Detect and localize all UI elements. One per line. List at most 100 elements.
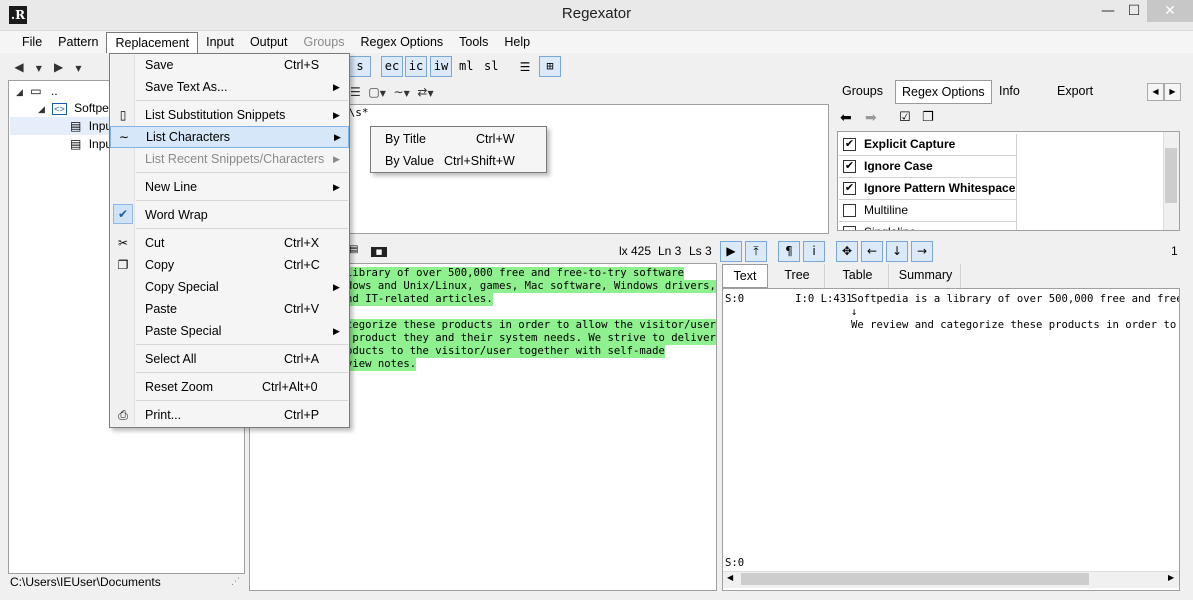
checkbox[interactable]: ✔ [843,138,856,151]
menu-separator [136,344,348,345]
menu-item-paste-special[interactable]: Paste Special ▶ [110,320,349,342]
minimize-button[interactable]: — [1095,0,1121,22]
submenu-item-by-value[interactable]: By Value Ctrl+Shift+W [371,150,546,172]
submenu-item-by-title[interactable]: By Title Ctrl+W [371,128,546,150]
tab-export[interactable]: Export [1051,80,1099,104]
align-icon[interactable]: ☰ [350,85,361,99]
menu-tools[interactable]: Tools [451,31,496,53]
left-arrow-icon[interactable]: ← [861,241,883,262]
tilde-icon: ∼ [118,130,130,144]
menu-item-save[interactable]: Save Ctrl+S [110,54,349,76]
options-scrollbar-thumb[interactable] [1165,148,1177,203]
chevron-down-icon[interactable]: ▼ [427,89,433,98]
swap-icon[interactable]: ⇄ [417,85,427,99]
submenu-arrow-icon: ▶ [334,132,341,142]
back-arrow-icon[interactable]: ◀ [8,57,30,77]
menu-item-save-text-as[interactable]: Save Text As... ▶ [110,76,349,98]
checkbox[interactable]: ✔ [843,160,856,173]
down-arrow-icon[interactable]: ↓ [886,241,908,262]
chevron-down-icon[interactable]: ▼ [404,89,410,98]
chevron-down-icon[interactable]: ▼ [73,59,83,79]
tilde-icon[interactable]: ∼ [394,85,404,99]
checkbox[interactable] [843,226,856,230]
option-ignore-pattern-whitespace[interactable]: ✔ Ignore Pattern Whitespace [839,178,1017,200]
chevron-down-icon[interactable]: ▼ [380,89,386,98]
menu-item-print[interactable]: ⎙ Print... Ctrl+P [110,404,349,426]
tree-item-input-1[interactable]: ▤ Input [10,117,115,135]
menu-item-select-all[interactable]: Select All Ctrl+A [110,348,349,370]
scroll-right-icon[interactable]: ▶ [1168,573,1174,582]
option-explicit-capture[interactable]: ✔ Explicit Capture [839,134,1017,156]
menu-item-new-line[interactable]: New Line ▶ [110,176,349,198]
forward-arrow-icon[interactable]: ▶ [48,57,70,77]
output-text-view[interactable]: S:0 I:0 L:431 Softpedia is a library of … [722,288,1180,591]
regex-option-sl-button[interactable]: sl [484,56,498,77]
tree-item-root[interactable]: ◢ ▭ .. [16,82,58,100]
menu-item-list-characters[interactable]: ∼ List Characters ▶ [110,126,349,148]
paragraph-icon[interactable]: ¶ [778,241,800,262]
option-multiline[interactable]: Multiline [839,200,1017,222]
regex-option-ml-button[interactable]: ml [459,56,473,77]
uncheck-all-icon[interactable]: ❐ [922,110,934,125]
back-arrow-icon[interactable]: ⬅ [840,110,852,126]
menu-regex-options[interactable]: Regex Options [352,31,451,53]
tab-scroll-right-icon[interactable]: ▶ [1164,83,1181,101]
option-ignore-case[interactable]: ✔ Ignore Case [839,156,1017,178]
menu-file[interactable]: File [14,31,50,53]
menu-item-list-substitution-snippets[interactable]: ▯ List Substitution Snippets ▶ [110,104,349,126]
tab-output-summary[interactable]: Summary [891,264,961,288]
output-footer: S:0 [725,557,745,569]
menu-replacement[interactable]: Replacement [106,32,199,53]
expand-icon[interactable]: ✥ [836,241,858,262]
tab-regex-options[interactable]: Regex Options [895,80,992,104]
play-icon[interactable]: ▶ [720,241,742,262]
input-text-line: tegorize these products in order to allo… [346,319,716,332]
resize-grip-icon[interactable]: ⋰ [231,577,240,587]
close-button[interactable]: ✕ [1147,0,1193,22]
chevron-down-icon[interactable]: ◢ [38,104,45,114]
checkbox[interactable] [843,204,856,217]
menu-separator [136,172,348,173]
menu-input[interactable]: Input [198,31,242,53]
chevron-down-icon[interactable]: ◢ [16,87,23,97]
regex-option-ec-button[interactable]: ec [381,56,403,77]
maximize-button[interactable]: ☐ [1121,0,1147,22]
right-arrow-icon[interactable]: → [911,241,933,262]
input-toolbar-icon[interactable]: ▤ [349,244,358,255]
page-icon[interactable]: ▢ [368,85,379,99]
tab-scroll-left-icon[interactable]: ◀ [1147,83,1164,101]
tab-groups[interactable]: Groups [836,80,889,104]
layout-icon[interactable]: ⊞ [539,56,561,77]
menu-help[interactable]: Help [496,31,538,53]
menu-item-copy[interactable]: ❐ Copy Ctrl+C [110,254,349,276]
chevron-down-icon[interactable]: ▼ [34,59,44,79]
menu-item-word-wrap[interactable]: Word Wrap [110,204,349,226]
info-icon[interactable]: i [803,241,825,262]
option-singleline[interactable]: Singleline [839,222,1017,230]
submenu-arrow-icon: ▶ [333,182,340,192]
regex-option-iw-button[interactable]: iw [430,56,452,77]
menu-groups[interactable]: Groups [295,31,352,53]
tab-output-table[interactable]: Table [827,264,889,288]
menu-item-reset-zoom[interactable]: Reset Zoom Ctrl+Alt+0 [110,376,349,398]
menu-item-list-recent[interactable]: List Recent Snippets/Characters ▶ [110,148,349,170]
input-format-icon[interactable]: ■ [371,247,387,257]
forward-arrow-icon[interactable]: ➡ [865,110,877,126]
tab-output-tree[interactable]: Tree [770,264,825,288]
menu-output[interactable]: Output [242,31,296,53]
regex-option-s-button[interactable]: s [349,56,371,77]
check-all-icon[interactable]: ☑ [899,110,911,125]
menu-item-copy-special[interactable]: Copy Special ▶ [110,276,349,298]
regex-option-ic-button[interactable]: ic [405,56,427,77]
tab-output-text[interactable]: Text [722,264,768,288]
checkbox[interactable]: ✔ [843,182,856,195]
input-text-line: library of over 500,000 free and free-to… [346,267,685,280]
menu-item-paste[interactable]: Paste Ctrl+V [110,298,349,320]
tab-info[interactable]: Info [993,80,1026,104]
menu-item-cut[interactable]: ✂ Cut Ctrl+X [110,232,349,254]
menu-pattern[interactable]: Pattern [50,31,106,53]
output-h-scrollbar-thumb[interactable] [741,573,1089,585]
list-view-icon[interactable]: ☰ [515,57,535,77]
scroll-left-icon[interactable]: ◀ [727,573,733,582]
top-arrow-icon[interactable]: ⤒ [745,241,767,262]
